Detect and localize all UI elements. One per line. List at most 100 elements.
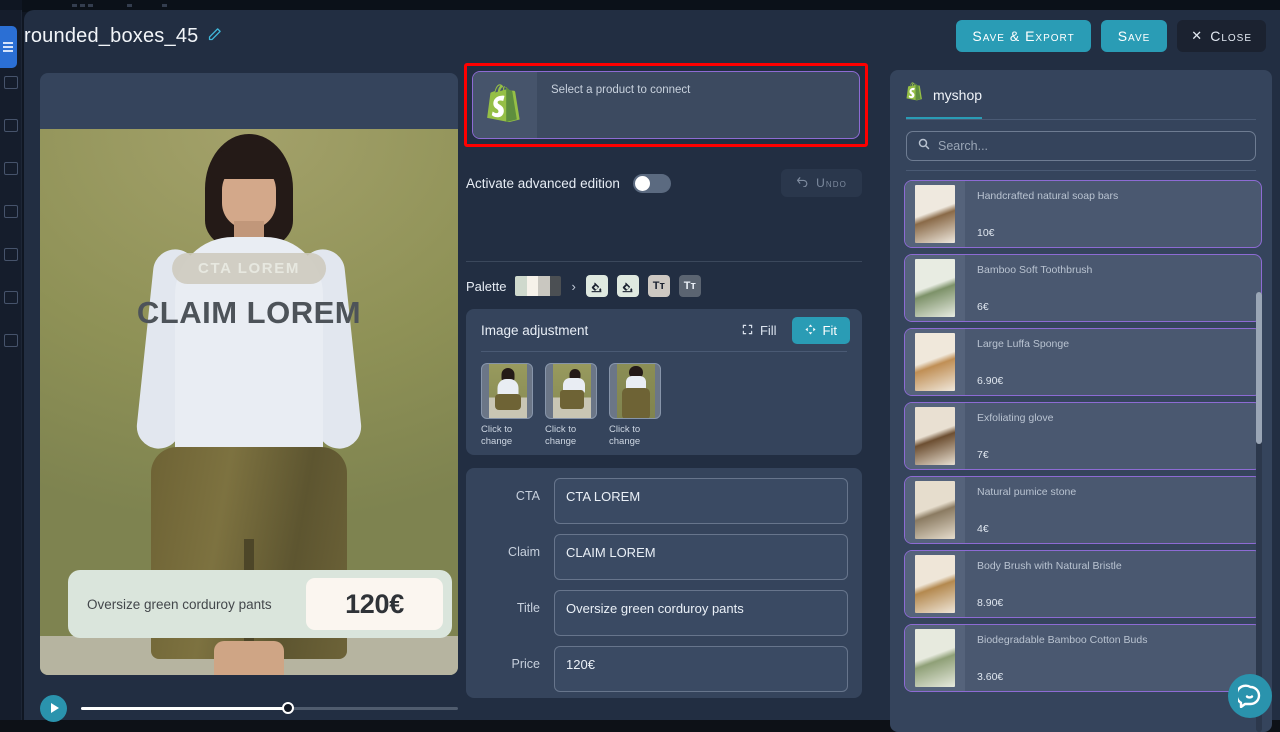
product-thumbnail <box>905 255 965 321</box>
modal-body: CTA LOREM CLAIM LOREM Oversize green cor… <box>24 62 1280 720</box>
shop-search-divider <box>906 170 1256 171</box>
image-thumbnail-frame[interactable] <box>481 363 533 419</box>
image-thumbnail-2: Click to change <box>609 363 661 447</box>
timeline-handle[interactable] <box>282 702 294 714</box>
product-card[interactable]: Handcrafted natural soap bars 10€ <box>904 180 1262 248</box>
product-price: 10€ <box>977 227 995 239</box>
claim-input[interactable] <box>554 534 848 580</box>
product-thumbnail <box>905 551 965 617</box>
product-thumbnail <box>905 477 965 543</box>
price-input[interactable] <box>554 646 848 692</box>
product-name: Body Brush with Natural Bristle <box>977 560 1249 572</box>
product-connect-box[interactable]: Select a product to connect <box>472 71 860 139</box>
chevron-right-icon[interactable]: › <box>571 279 575 294</box>
product-card-body: Handcrafted natural soap bars 10€ <box>965 181 1261 247</box>
page-title: rounded_boxes_45 <box>24 25 198 48</box>
palette-swatch-1[interactable] <box>527 276 539 296</box>
image-thumbnail-caption: Click to change <box>609 424 657 447</box>
fit-mode-label: Fit <box>823 323 837 338</box>
image-thumbnail-caption: Click to change <box>545 424 593 447</box>
product-card-body: Biodegradable Bamboo Cotton Buds3.60€ <box>965 625 1261 691</box>
image-thumbnail-frame[interactable] <box>545 363 597 419</box>
field-row-claim: Claim <box>466 534 848 580</box>
advanced-edition-label: Activate advanced edition <box>466 176 620 191</box>
image-adjustment-card: Image adjustment Fill <box>466 309 862 455</box>
product-card[interactable]: Biodegradable Bamboo Cotton Buds3.60€ <box>904 624 1262 692</box>
advanced-edition-row: Activate advanced edition Undo <box>466 168 862 198</box>
product-name: Natural pumice stone <box>977 486 1249 498</box>
search-icon <box>918 137 930 155</box>
product-connect-label: Select a product to connect <box>537 72 690 138</box>
product-card[interactable]: Exfoliating glove7€ <box>904 402 1262 470</box>
product-name: Exfoliating glove <box>977 412 1249 424</box>
product-name: Handcrafted natural soap bars <box>977 190 1249 202</box>
fill-mode-label: Fill <box>760 323 777 338</box>
fill-mode-button[interactable]: Fill <box>729 317 790 344</box>
product-thumbnail-image <box>915 333 955 391</box>
title-input[interactable] <box>554 590 848 636</box>
search-box[interactable] <box>906 131 1256 161</box>
canvas-info-bar[interactable]: Oversize green corduroy pants 120€ <box>68 570 452 638</box>
product-list-scrollbar-thumb[interactable] <box>1256 292 1262 444</box>
palette-swatch-2[interactable] <box>538 276 550 296</box>
product-card-body: Natural pumice stone 4€ <box>965 477 1261 543</box>
modal-header: rounded_boxes_45 Save & Export Save ✕ Cl… <box>24 10 1280 62</box>
field-label-title: Title <box>466 590 554 615</box>
image-adjustment-title: Image adjustment <box>481 323 588 338</box>
product-card-body: Bamboo Soft Toothbrush 6€ <box>965 255 1261 321</box>
close-button[interactable]: ✕ Close <box>1177 20 1266 52</box>
paint-bucket-icon-2[interactable] <box>617 275 639 297</box>
canvas-product-title: Oversize green corduroy pants <box>87 597 306 612</box>
product-price: 4€ <box>977 523 989 535</box>
product-card[interactable]: Bamboo Soft Toothbrush 6€ <box>904 254 1262 322</box>
product-card-body: Exfoliating glove7€ <box>965 403 1261 469</box>
image-adjustment-header: Image adjustment Fill <box>466 309 862 351</box>
product-card[interactable]: Large Luffa Sponge6.90€ <box>904 328 1262 396</box>
product-card[interactable]: Natural pumice stone 4€ <box>904 476 1262 544</box>
palette-swatches[interactable] <box>515 276 561 296</box>
timeline-progress <box>81 707 288 710</box>
canvas-cta-overlay[interactable]: CTA LOREM <box>172 253 326 284</box>
background-menu-button <box>0 26 17 68</box>
product-thumbnail <box>905 329 965 395</box>
preview-card: CTA LOREM CLAIM LOREM Oversize green cor… <box>40 73 458 675</box>
palette-swatch-0[interactable] <box>515 276 527 296</box>
product-price: 6.90€ <box>977 375 1003 387</box>
pencil-icon[interactable] <box>207 27 222 42</box>
play-icon[interactable] <box>40 695 67 722</box>
product-card[interactable]: Body Brush with Natural Bristle8.90€ <box>904 550 1262 618</box>
save-button[interactable]: Save <box>1101 20 1168 52</box>
product-list[interactable]: Handcrafted natural soap bars 10€ Bamboo S… <box>904 180 1262 732</box>
canvas-claim-overlay[interactable]: CLAIM LOREM <box>137 295 361 331</box>
image-thumbnail-frame[interactable] <box>609 363 661 419</box>
chat-bubble-icon[interactable] <box>1228 674 1272 718</box>
shop-search-wrap <box>890 120 1272 170</box>
fit-mode-button[interactable]: Fit <box>792 317 850 344</box>
tab-myshop[interactable]: myshop <box>906 82 982 119</box>
image-thumbnail-row: Click to change Click to change <box>466 352 862 447</box>
paint-bucket-icon-1[interactable] <box>586 275 608 297</box>
palette-swatch-3[interactable] <box>550 276 562 296</box>
field-label-cta: CTA <box>466 478 554 503</box>
field-label-price: Price <box>466 646 554 671</box>
timeline-slider[interactable] <box>81 701 458 715</box>
fit-mode-group: Fill Fit <box>729 317 850 344</box>
undo-button[interactable]: Undo <box>781 169 862 197</box>
product-thumbnail-image <box>915 185 955 243</box>
cta-input[interactable] <box>554 478 848 524</box>
save-and-export-button[interactable]: Save & Export <box>956 20 1090 52</box>
text-format-icon-2[interactable]: Tᴛ <box>679 275 701 297</box>
product-name: Bamboo Soft Toothbrush <box>977 264 1249 276</box>
advanced-edition-toggle[interactable] <box>633 174 671 193</box>
product-thumbnail <box>905 403 965 469</box>
shop-panel: myshop Handcraf <box>890 70 1272 732</box>
text-format-icon-1[interactable]: Tᴛ <box>648 275 670 297</box>
product-price: 6€ <box>977 301 989 313</box>
product-thumbnail-image <box>915 407 955 465</box>
design-canvas[interactable]: CTA LOREM CLAIM LOREM Oversize green cor… <box>40 129 458 675</box>
search-input[interactable] <box>938 139 1244 153</box>
product-price: 3.60€ <box>977 671 1003 683</box>
undo-arrow-icon <box>796 176 809 190</box>
palette-label: Palette <box>466 279 506 294</box>
undo-button-label: Undo <box>816 176 847 190</box>
